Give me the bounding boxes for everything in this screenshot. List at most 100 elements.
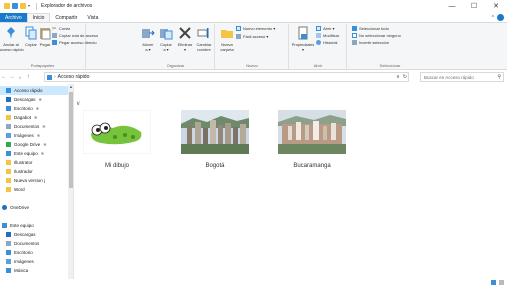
move-to-icon	[142, 29, 155, 38]
large-icons-view-icon[interactable]	[499, 280, 504, 285]
search-input[interactable]: Buscar en Acceso rápido ⚲	[420, 72, 504, 82]
open-button[interactable]: Abrir ▾	[316, 26, 335, 31]
nav-item[interactable]: Música	[0, 266, 68, 275]
breadcrumb[interactable]: Acceso rápido	[58, 74, 90, 80]
copy-path-icon	[52, 33, 57, 38]
folder-icon	[4, 3, 10, 9]
nav-item[interactable]: Documentos ✱	[0, 122, 68, 131]
computer-icon	[2, 223, 7, 228]
select-none-button[interactable]: No seleccionar ninguno	[352, 33, 401, 38]
refresh-icon[interactable]: ↻	[403, 74, 407, 80]
nav-item[interactable]: OneDrive	[0, 203, 68, 212]
nav-item[interactable]: Illustrator	[0, 158, 68, 167]
new-folder-button[interactable]: Nueva carpeta	[216, 26, 238, 58]
easy-access-button[interactable]: Fácil acceso ▾	[236, 34, 268, 39]
edit-icon	[316, 33, 321, 38]
up-button[interactable]: ↑	[24, 74, 32, 80]
file-tile[interactable]: Bogotá	[180, 110, 250, 169]
scroll-up-icon[interactable]: ▲	[68, 84, 73, 89]
paste-shortcut-button[interactable]: Pegar acceso directo	[52, 40, 97, 45]
nav-item[interactable]: Google Drive ✱	[0, 140, 68, 149]
history-button[interactable]: Historial	[316, 40, 337, 45]
paste-shortcut-label: Pegar acceso directo	[59, 40, 97, 45]
scissors-icon: ✂	[52, 26, 57, 32]
nav-item-label: Word	[14, 187, 25, 192]
documents-icon	[6, 241, 11, 246]
nav-item[interactable]: Este equipo ✱	[0, 149, 68, 158]
nav-item-label: Ilustrador	[14, 169, 33, 174]
new-folder-label: Nueva carpeta	[220, 42, 234, 52]
nav-item-label: Acceso rápido	[14, 88, 43, 93]
nav-item-label: Imágenes	[14, 133, 34, 138]
folder-icon	[6, 187, 11, 192]
invert-selection-button[interactable]: Invertir selección	[352, 40, 389, 45]
address-dropdown-chevron-icon[interactable]: ∨	[396, 74, 400, 80]
properties-icon[interactable]	[12, 3, 18, 9]
tab-archivo[interactable]: Archivo	[0, 13, 27, 22]
address-field-controls: ∨ ↻	[396, 73, 407, 81]
ribbon-collapse-chevron-icon[interactable]: ^	[492, 15, 494, 21]
tab-inicio[interactable]: Inicio	[26, 13, 51, 22]
group-label-organizar: Organizar	[166, 63, 185, 68]
copy-label: Copiar	[25, 42, 37, 47]
file-tile[interactable]: Mi dibujo	[82, 110, 152, 169]
group-abrir: Propiedades ▾ Abrir ▾ Modificar Historia…	[290, 24, 347, 69]
nav-item-label: Escritorio	[14, 106, 33, 111]
search-icon[interactable]: ⚲	[497, 74, 501, 80]
properties-button[interactable]: Propiedades ▾	[290, 26, 316, 58]
cut-button[interactable]: ✂ Cortar	[52, 26, 70, 32]
nav-item[interactable]: Acceso rápido	[0, 86, 68, 95]
nav-item[interactable]: Nueva version j	[0, 176, 68, 185]
section-collapse-chevron-icon[interactable]: ∨	[76, 100, 80, 107]
nav-item[interactable]: Descargas	[0, 230, 68, 239]
nav-item-label: Descargas	[14, 97, 36, 102]
open-icon	[316, 26, 321, 31]
copy-path-button[interactable]: Copiar ruta de acceso	[52, 33, 98, 38]
file-name: Bucaramanga	[293, 163, 331, 169]
tab-vista[interactable]: Vista	[82, 13, 103, 22]
nav-item[interactable]: Escritorio ✱	[0, 104, 68, 113]
group-organizar: Mover a ▾ Copiar a ▾ Eliminar ▾ Cambiar …	[137, 24, 215, 69]
new-item-button[interactable]: Nuevo elemento ▾	[236, 26, 275, 31]
group-nuevo: Nueva carpeta Nuevo elemento ▾ Fácil acc…	[216, 24, 289, 69]
google-drive-icon	[6, 142, 11, 147]
back-button[interactable]: ←	[0, 74, 8, 80]
select-all-button[interactable]: Seleccionar todo	[352, 26, 389, 31]
nav-item[interactable]: Word	[0, 185, 68, 194]
nav-item[interactable]: Escritorio	[0, 248, 68, 257]
delete-label: Eliminar ▾	[177, 42, 193, 52]
nav-item[interactable]: Documentos	[0, 239, 68, 248]
details-view-icon[interactable]	[491, 280, 496, 285]
help-icon[interactable]	[497, 14, 504, 21]
new-folder-icon[interactable]	[20, 3, 26, 9]
paste-button[interactable]: Pegar	[37, 26, 53, 58]
forward-button[interactable]: →	[8, 74, 16, 80]
nav-item-label: Descargas	[14, 232, 36, 237]
edit-button[interactable]: Modificar	[316, 33, 339, 38]
nav-item[interactable]: Este equipo	[0, 221, 68, 230]
nav-scrollbar[interactable]: ▲ ▼	[68, 84, 73, 286]
pin-icon: ✱	[34, 115, 38, 120]
maximize-button[interactable]: ☐	[463, 0, 485, 12]
edit-label: Modificar	[323, 33, 340, 38]
minimize-button[interactable]: —	[441, 0, 463, 12]
file-tile[interactable]: Bucaramanga	[277, 110, 347, 169]
pin-quick-access-button[interactable]: Anclar al Acceso rápido	[0, 26, 24, 58]
quick-access-toolbar: ▾	[0, 2, 39, 10]
close-button[interactable]: ✕	[485, 0, 507, 12]
ribbon-tabs: Archivo Inicio Compartir Vista ^	[0, 12, 507, 22]
nav-item[interactable]: Imágenes ✱	[0, 131, 68, 140]
address-field[interactable]: › Acceso rápido ∨ ↻	[44, 72, 409, 82]
customize-toolbar-chevron-icon[interactable]: ▾	[28, 3, 32, 9]
nav-item[interactable]: Ilustrador	[0, 167, 68, 176]
nav-item[interactable]: Imágenes	[0, 257, 68, 266]
rename-button[interactable]: Cambiar nombre	[193, 26, 215, 58]
nav-item[interactable]: Dagabot ✱	[0, 113, 68, 122]
tab-compartir[interactable]: Compartir	[50, 13, 82, 22]
title-separator	[36, 2, 37, 10]
nav-item[interactable]: Descargas ✱	[0, 95, 68, 104]
recent-locations-button[interactable]: ∨	[16, 75, 24, 80]
nav-scrollbar-thumb[interactable]	[69, 92, 73, 188]
